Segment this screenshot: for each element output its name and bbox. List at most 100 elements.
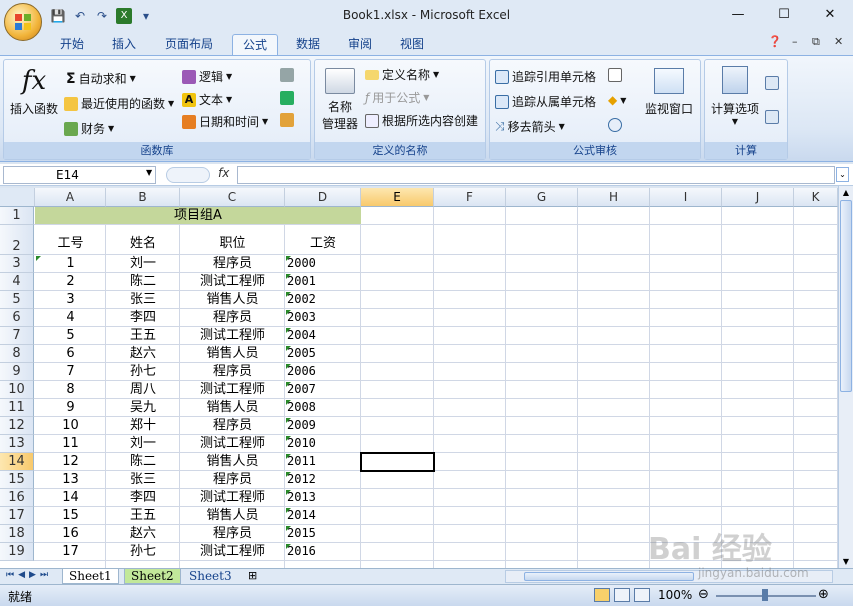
cell-salary[interactable]: 2009 (285, 417, 361, 434)
cell-role[interactable]: 测试工程师 (180, 273, 285, 290)
vertical-scrollbar[interactable]: ▲ ▼ (838, 186, 853, 568)
row-header-11[interactable]: 11 (0, 399, 34, 417)
page-break-view-icon[interactable] (634, 588, 650, 602)
cell-id[interactable]: 7 (35, 363, 106, 380)
cell-id[interactable]: 8 (35, 381, 106, 398)
sheet-tab-3[interactable]: Sheet3 (183, 569, 238, 584)
show-formulas-button[interactable] (608, 68, 622, 82)
cell-salary[interactable]: 2012 (285, 471, 361, 488)
cell-name[interactable]: 赵六 (106, 525, 180, 542)
cell-salary[interactable]: 2006 (285, 363, 361, 380)
cell-role[interactable]: 销售人员 (180, 453, 285, 470)
cell-id[interactable]: 9 (35, 399, 106, 416)
cell-role[interactable]: 销售人员 (180, 345, 285, 362)
name-box-dropdown-icon[interactable]: ▼ (146, 168, 152, 177)
cell-id[interactable]: 10 (35, 417, 106, 434)
trace-precedents-button[interactable]: 追踪引用单元格 (495, 68, 596, 85)
zoom-level[interactable]: 100% (658, 588, 692, 602)
row-header-15[interactable]: 15 (0, 471, 34, 489)
cell-salary[interactable]: 2005 (285, 345, 361, 362)
cell-id[interactable]: 17 (35, 543, 106, 560)
formula-bar-splitter[interactable] (166, 167, 210, 183)
expand-formula-bar-icon[interactable]: ⌄ (836, 167, 849, 182)
tab-formulas[interactable]: 公式 (232, 34, 278, 55)
more-functions-button[interactable] (280, 113, 294, 127)
cell-name[interactable]: 李四 (106, 309, 180, 326)
column-header-c[interactable]: C (180, 188, 285, 207)
row-header-9[interactable]: 9 (0, 363, 34, 381)
row-header-1[interactable]: 1 (0, 207, 34, 225)
cell-name[interactable]: 刘一 (106, 435, 180, 452)
calculation-options-button[interactable]: 计算选项 ▼ (707, 66, 763, 126)
column-header-g[interactable]: G (506, 188, 578, 207)
calculate-sheet-button[interactable] (765, 110, 779, 124)
page-layout-view-icon[interactable] (614, 588, 630, 602)
cell-id[interactable]: 6 (35, 345, 106, 362)
row-header-2[interactable]: 2 (0, 225, 34, 255)
remove-arrows-button[interactable]: ⤨ 移去箭头 ▼ (495, 118, 565, 135)
column-header-j[interactable]: J (722, 188, 794, 207)
scroll-up-icon[interactable]: ▲ (839, 186, 853, 199)
cell-name[interactable]: 赵六 (106, 345, 180, 362)
cell-role[interactable]: 销售人员 (180, 291, 285, 308)
cell-role[interactable]: 程序员 (180, 309, 285, 326)
datetime-button[interactable]: 日期和时间 ▼ (182, 113, 268, 130)
cell-id[interactable]: 14 (35, 489, 106, 506)
cell-salary[interactable]: 2014 (285, 507, 361, 524)
cell-name[interactable]: 李四 (106, 489, 180, 506)
cell-role[interactable]: 程序员 (180, 417, 285, 434)
cell-role[interactable]: 销售人员 (180, 399, 285, 416)
evaluate-formula-button[interactable] (608, 118, 622, 132)
help-icon[interactable]: ❓ (768, 35, 782, 48)
insert-sheet-icon[interactable]: ⊞ (248, 569, 257, 582)
cell-id[interactable]: 12 (35, 453, 106, 470)
name-box[interactable]: E14 (3, 166, 156, 184)
column-header-e[interactable]: E (361, 188, 434, 207)
recent-functions-button[interactable]: 最近使用的函数 ▼ (64, 95, 174, 112)
row-header-14[interactable]: 14 (0, 453, 34, 471)
tab-data[interactable]: 数据 (288, 34, 328, 55)
sheet-tab-2[interactable]: Sheet2 (124, 569, 181, 584)
vertical-scroll-thumb[interactable] (840, 200, 852, 392)
cell-id[interactable]: 15 (35, 507, 106, 524)
cell-name[interactable]: 吴九 (106, 399, 180, 416)
row-header-13[interactable]: 13 (0, 435, 34, 453)
cell-name[interactable]: 王五 (106, 507, 180, 524)
active-cell-selection[interactable] (360, 452, 435, 472)
cell-id[interactable]: 1 (35, 255, 106, 272)
trace-dependents-button[interactable]: 追踪从属单元格 (495, 93, 596, 110)
zoom-in-icon[interactable]: ⊕ (818, 587, 829, 602)
zoom-slider-thumb[interactable] (762, 589, 768, 601)
row-header-8[interactable]: 8 (0, 345, 34, 363)
sheet-nav-arrows-icon[interactable]: ⏮◀▶⏭ (6, 570, 52, 580)
error-checking-button[interactable]: ◆ ▼ (608, 93, 626, 107)
maximize-button[interactable]: ☐ (761, 0, 807, 30)
insert-function-button[interactable]: fx 插入函数 (8, 66, 60, 117)
ribbon-close-icon[interactable]: ✕ (834, 35, 843, 48)
lookup-button[interactable] (280, 68, 294, 82)
autosum-button[interactable]: Σ 自动求和 ▼ (66, 70, 136, 87)
cell-salary[interactable]: 2000 (285, 255, 361, 272)
text-functions-button[interactable]: A 文本 ▼ (182, 91, 232, 108)
row-header-10[interactable]: 10 (0, 381, 34, 399)
cell-name[interactable]: 孙七 (106, 543, 180, 560)
cell-name[interactable]: 孙七 (106, 363, 180, 380)
cell-name[interactable]: 张三 (106, 291, 180, 308)
financial-button[interactable]: 财务 ▼ (64, 120, 114, 137)
cell-name[interactable]: 陈二 (106, 273, 180, 290)
cell-salary[interactable]: 2010 (285, 435, 361, 452)
watch-window-button[interactable]: 监视窗口 (640, 68, 698, 117)
row-header-3[interactable]: 3 (0, 255, 34, 273)
logical-button[interactable]: 逻辑 ▼ (182, 68, 232, 85)
column-header-i[interactable]: I (650, 188, 722, 207)
cell-salary[interactable]: 2004 (285, 327, 361, 344)
row-header-16[interactable]: 16 (0, 489, 34, 507)
insert-function-fx-icon[interactable]: fx (218, 166, 229, 180)
cell-salary[interactable]: 2003 (285, 309, 361, 326)
column-header-b[interactable]: B (106, 188, 180, 207)
cell-role[interactable]: 测试工程师 (180, 489, 285, 506)
row-header-5[interactable]: 5 (0, 291, 34, 309)
cell-name[interactable]: 刘一 (106, 255, 180, 272)
cell-role[interactable]: 测试工程师 (180, 381, 285, 398)
horizontal-scroll-thumb[interactable] (524, 572, 694, 581)
